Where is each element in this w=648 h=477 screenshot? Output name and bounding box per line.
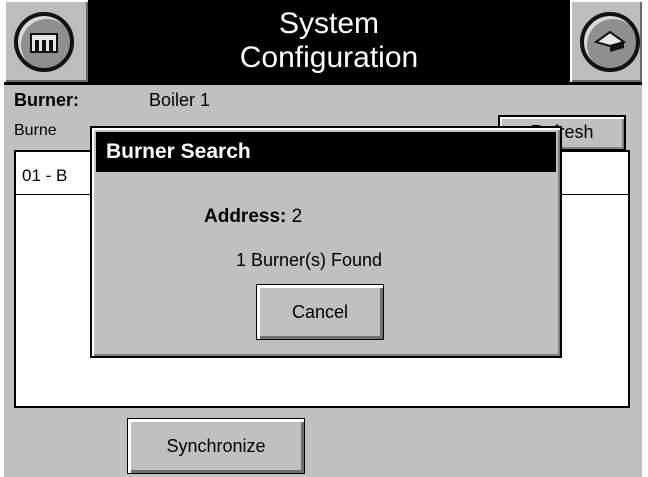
address-value: 2 [291,206,303,227]
home-icon [14,12,74,72]
burner-value: Boiler 1 [149,90,211,110]
header-divider [4,82,642,85]
burner-row: Burner: Boiler 1 [14,90,210,111]
dialog-title: Burner Search [96,132,556,172]
title-line-1: System [278,7,380,40]
home-button[interactable] [4,0,88,82]
address-row: Address: 2 [204,206,302,228]
synchronize-button[interactable]: Synchronize [127,418,305,474]
back-icon [580,12,640,72]
screen: System Configuration Burner: Boiler 1 Bu… [4,0,642,477]
list-item[interactable]: 01 - B [22,166,67,186]
back-button[interactable] [570,0,642,82]
burner-search-dialog: Burner Search Address: 2 1 Burner(s) Fou… [90,126,562,358]
burners-list-label: Burne [14,122,57,139]
address-label: Address: [204,206,287,227]
cancel-button[interactable]: Cancel [256,284,384,340]
burner-label: Burner: [14,90,80,110]
page-title: System Configuration [88,0,570,82]
title-bar: System Configuration [4,0,642,85]
title-line-2: Configuration [239,41,419,74]
burners-found-text: 1 Burner(s) Found [236,250,383,270]
